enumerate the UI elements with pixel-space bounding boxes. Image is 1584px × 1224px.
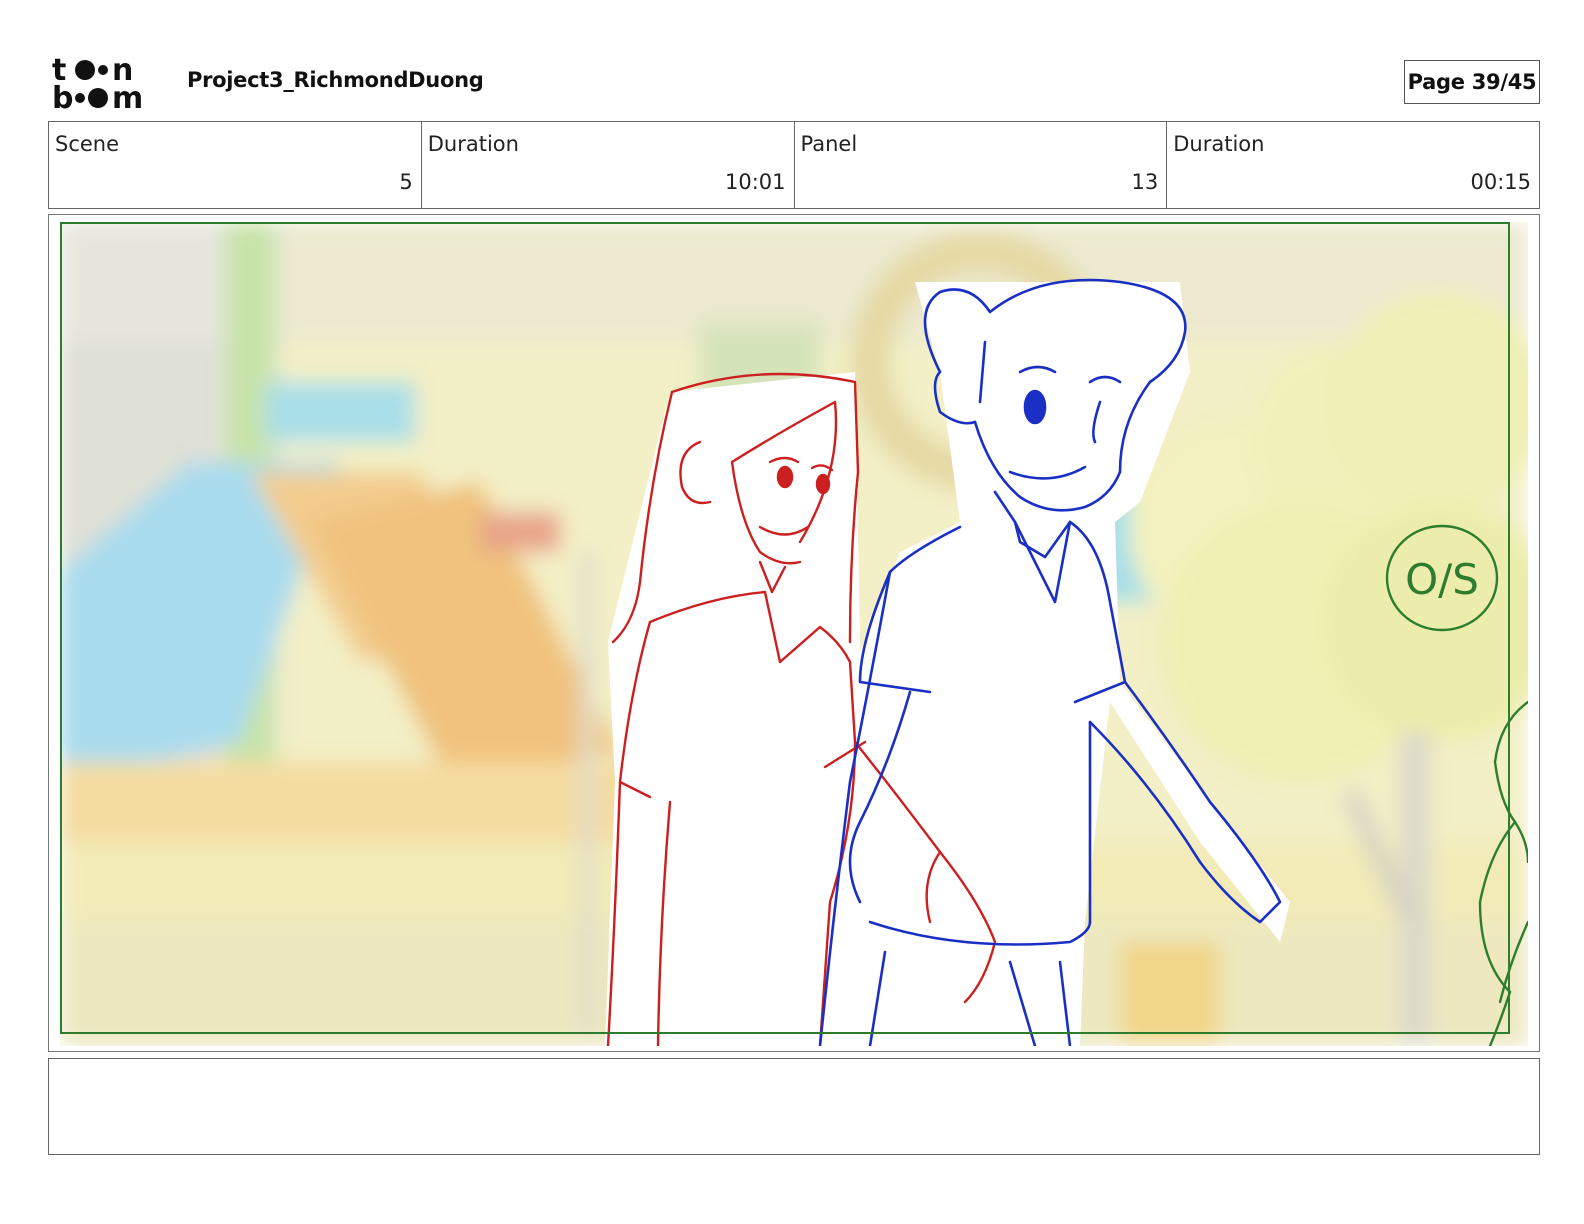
offscreen-label: O/S	[1405, 555, 1479, 604]
scene-label: Scene	[55, 132, 120, 156]
scene-cell: Scene 5	[49, 122, 422, 208]
action-notes-box	[48, 1058, 1540, 1155]
toon-boom-logo: t n b m	[52, 54, 143, 110]
scene-duration-label: Duration	[427, 132, 519, 156]
panel-cell: Panel 13	[795, 122, 1168, 208]
scene-duration-value: 10:01	[724, 170, 786, 194]
panel-label: Panel	[800, 132, 858, 156]
svg-text:b: b	[52, 81, 73, 110]
scene-value: 5	[399, 170, 413, 194]
panel-duration-value: 00:15	[1470, 170, 1531, 194]
storyboard-panel-image: O/S	[60, 222, 1528, 1046]
project-title: Project3_RichmondDuong	[187, 68, 484, 92]
panel-duration-label: Duration	[1173, 132, 1265, 156]
panel-value: 13	[1131, 170, 1159, 194]
svg-text:m: m	[112, 81, 143, 110]
panel-duration-cell: Duration 00:15	[1167, 122, 1539, 208]
scene-duration-cell: Duration 10:01	[422, 122, 795, 208]
panel-info-row: Scene 5 Duration 10:01 Panel 13 Duration…	[48, 121, 1540, 209]
page-number: Page 39/45	[1404, 60, 1540, 104]
